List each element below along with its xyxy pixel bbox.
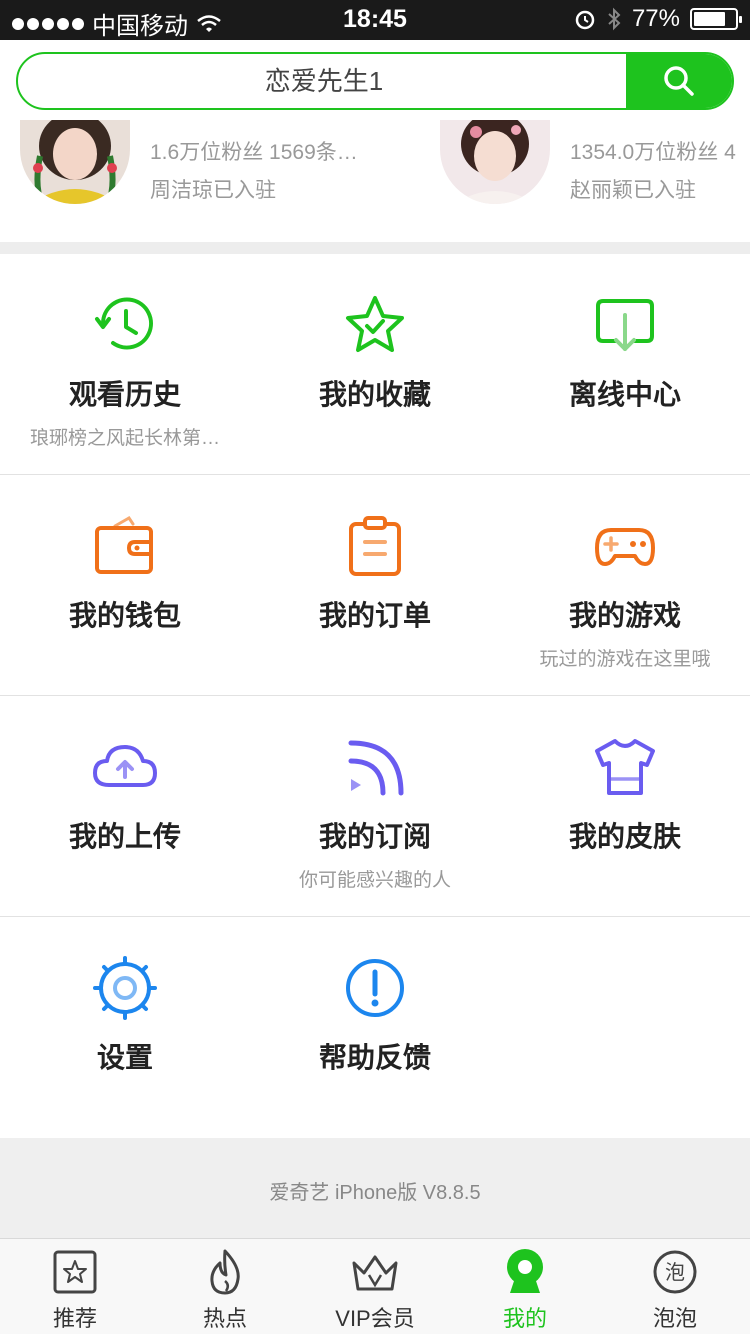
tab-label: 我的 bbox=[502, 1306, 547, 1331]
clock-history-icon bbox=[95, 297, 153, 350]
svg-text:泡: 泡 bbox=[665, 1260, 685, 1284]
star-joined: 赵丽颖已入驻 bbox=[570, 179, 696, 202]
games-label: 我的游戏 bbox=[568, 600, 681, 631]
star-card[interactable]: 1.6万位粉丝 1569条… 周洁琼已入驻 bbox=[20, 120, 440, 204]
tab-recommend[interactable]: 推荐 bbox=[0, 1239, 150, 1334]
menu-row: 我的上传 我的订阅 你可能感兴趣的人 我的皮肤 bbox=[0, 697, 750, 917]
star-card[interactable]: 1354.0万位粉丝 4 赵丽颖已入驻 bbox=[440, 120, 750, 204]
star-icon bbox=[346, 296, 404, 352]
search-bar[interactable]: 恋爱先生1 bbox=[16, 52, 734, 110]
orders-item[interactable]: 我的订单 bbox=[250, 476, 500, 696]
favorites-item[interactable]: 我的收藏 bbox=[250, 255, 500, 475]
status-right: 77% bbox=[574, 5, 742, 33]
avatar bbox=[440, 120, 550, 204]
profile-icon bbox=[507, 1249, 543, 1293]
exclamation-icon bbox=[346, 959, 404, 1017]
offline-label: 离线中心 bbox=[568, 379, 681, 410]
tab-label: VIP会员 bbox=[335, 1306, 415, 1331]
tab-mine[interactable]: 我的 bbox=[450, 1239, 600, 1334]
menu-row: 设置 帮助反馈 bbox=[0, 918, 750, 1138]
version-footer: 爱奇艺 iPhone版 V8.8.5 bbox=[0, 1138, 750, 1238]
clipboard-icon bbox=[349, 516, 401, 576]
wallet-item[interactable]: 我的钱包 bbox=[0, 476, 250, 696]
bubble-icon: 泡 bbox=[653, 1250, 697, 1294]
skin-label: 我的皮肤 bbox=[568, 821, 681, 852]
tab-label: 热点 bbox=[202, 1306, 247, 1331]
rss-icon bbox=[348, 740, 404, 796]
tshirt-icon bbox=[595, 739, 655, 795]
section-divider bbox=[0, 242, 750, 254]
bluetooth-icon bbox=[608, 7, 621, 31]
games-subtitle: 玩过的游戏在这里哦 bbox=[539, 649, 711, 670]
games-item[interactable]: 我的游戏 玩过的游戏在这里哦 bbox=[500, 476, 750, 696]
star-stats: 1.6万位粉丝 1569条… bbox=[150, 141, 358, 164]
search-button[interactable] bbox=[626, 54, 732, 108]
crown-icon bbox=[352, 1255, 398, 1291]
battery-percent: 77% bbox=[631, 5, 680, 32]
wallet-label: 我的钱包 bbox=[68, 600, 181, 631]
upload-label: 我的上传 bbox=[68, 821, 181, 852]
search-icon bbox=[664, 66, 694, 96]
skin-item[interactable]: 我的皮肤 bbox=[500, 697, 750, 917]
help-item[interactable]: 帮助反馈 bbox=[250, 918, 500, 1138]
star-carousel[interactable]: 1.6万位粉丝 1569条… 周洁琼已入驻 1354.0万位粉丝 4 赵丽颖已入… bbox=[0, 120, 750, 242]
alarm-icon bbox=[575, 10, 595, 30]
tab-hot[interactable]: 热点 bbox=[150, 1239, 300, 1334]
gamepad-icon bbox=[595, 528, 655, 566]
tab-vip[interactable]: VIP会员 bbox=[300, 1239, 450, 1334]
avatar bbox=[20, 120, 130, 204]
orders-label: 我的订单 bbox=[318, 600, 431, 631]
history-item[interactable]: 观看历史 琅琊榜之风起长林第… bbox=[0, 255, 250, 475]
settings-label: 设置 bbox=[96, 1042, 153, 1073]
history-label: 观看历史 bbox=[68, 379, 181, 410]
search-input[interactable]: 恋爱先生1 bbox=[18, 54, 630, 108]
upload-item[interactable]: 我的上传 bbox=[0, 697, 250, 917]
help-label: 帮助反馈 bbox=[318, 1042, 431, 1073]
battery-icon bbox=[690, 8, 742, 30]
battery-level bbox=[694, 12, 725, 26]
download-icon bbox=[596, 299, 654, 351]
tab-label: 泡泡 bbox=[652, 1306, 697, 1331]
menu-row: 我的钱包 我的订单 我的游戏 玩过的游戏在这里哦 bbox=[0, 476, 750, 696]
subscribe-item[interactable]: 我的订阅 你可能感兴趣的人 bbox=[250, 697, 500, 917]
tab-bubble[interactable]: 泡 泡泡 bbox=[600, 1239, 750, 1334]
flame-icon bbox=[210, 1249, 240, 1295]
star-joined: 周洁琼已入驻 bbox=[150, 179, 276, 202]
offline-item[interactable]: 离线中心 bbox=[500, 255, 750, 475]
gear-icon bbox=[93, 956, 157, 1020]
menu-row: 观看历史 琅琊榜之风起长林第… 我的收藏 离线中心 bbox=[0, 255, 750, 475]
subscribe-label: 我的订阅 bbox=[318, 821, 431, 852]
tab-label: 推荐 bbox=[52, 1306, 97, 1331]
wallet-icon bbox=[95, 516, 153, 574]
history-subtitle: 琅琊榜之风起长林第… bbox=[29, 428, 220, 449]
favorites-label: 我的收藏 bbox=[318, 379, 431, 410]
status-bar: 中国移动 18:45 77% bbox=[0, 0, 750, 40]
subscribe-subtitle: 你可能感兴趣的人 bbox=[298, 870, 451, 891]
cloud-upload-icon bbox=[93, 745, 157, 787]
star-box-icon bbox=[53, 1250, 97, 1294]
version-text: 爱奇艺 iPhone版 V8.8.5 bbox=[269, 1182, 481, 1204]
settings-item[interactable]: 设置 bbox=[0, 918, 250, 1138]
tab-bar: 推荐 热点 VIP会员 我的 泡 泡泡 bbox=[0, 1238, 750, 1334]
star-stats: 1354.0万位粉丝 4 bbox=[570, 141, 736, 164]
